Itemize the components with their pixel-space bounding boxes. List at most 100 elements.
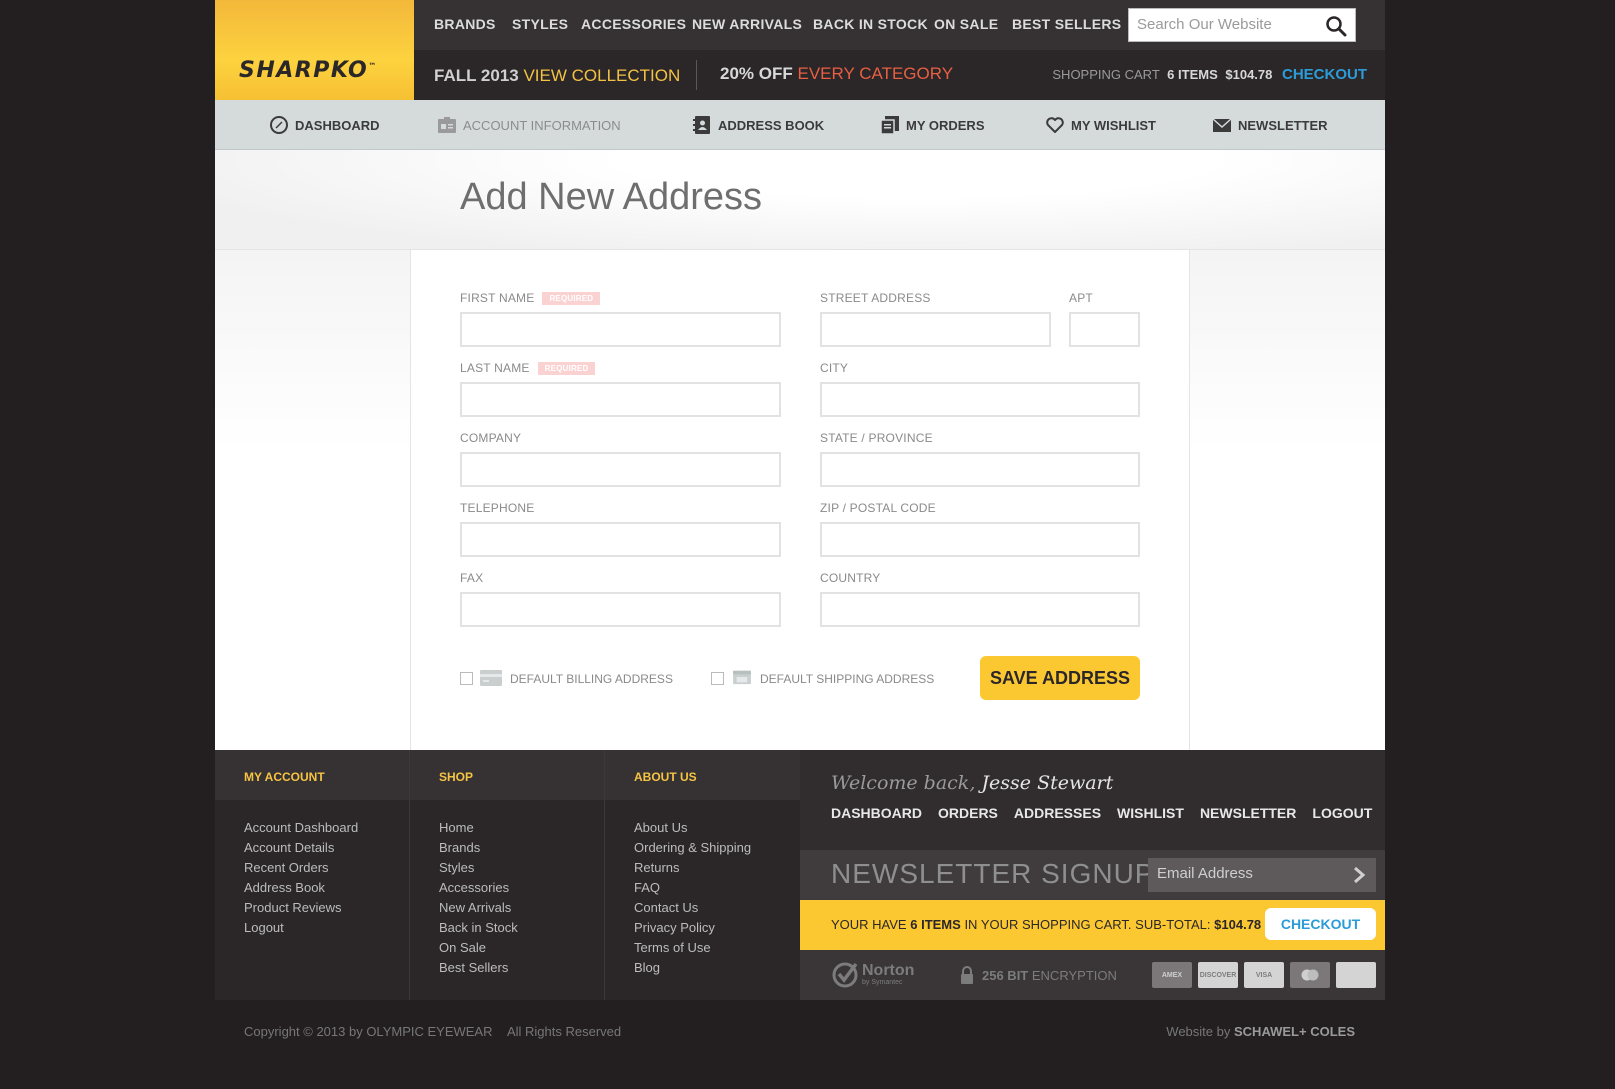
city-input[interactable] [822,384,1138,415]
footer-link[interactable]: Styles [439,858,605,878]
company-input[interactable] [462,454,779,485]
default-billing-checkbox[interactable] [460,672,473,685]
fax-input[interactable] [462,594,779,625]
nav-new-arrivals[interactable]: NEW ARRIVALS [692,16,802,32]
first-name-input[interactable] [462,314,779,345]
footer-link[interactable]: Logout [244,918,411,938]
user-links: DASHBOARD ORDERS ADDRESSES WISHLIST NEWS… [831,805,1372,821]
cart-total: $104.78 [1225,67,1273,82]
footer-link[interactable]: Back in Stock [439,918,605,938]
search-icon[interactable] [1325,15,1347,37]
footer-link[interactable]: About Us [634,818,800,838]
nav-accessories[interactable]: ACCESSORIES [581,16,686,32]
user-link-orders[interactable]: ORDERS [938,805,998,821]
apt-field[interactable] [1069,312,1140,347]
account-nav-my-wishlist[interactable]: MY WISHLIST [1045,115,1156,135]
footer-link[interactable]: On Sale [439,938,605,958]
footer-link[interactable]: Ordering & Shipping [634,838,800,858]
zip-field[interactable] [820,522,1140,557]
encryption-badge: 256 BIT ENCRYPTION [960,966,1117,984]
search-input[interactable] [1137,16,1317,33]
last-name-input[interactable] [462,384,779,415]
save-address-button[interactable]: SAVE ADDRESS [980,656,1140,700]
footer-link[interactable]: Blog [634,958,800,978]
state-input[interactable] [822,454,1138,485]
footer-link[interactable]: Contact Us [634,898,800,918]
user-link-newsletter[interactable]: NEWSLETTER [1200,805,1296,821]
footer-link[interactable]: Account Details [244,838,411,858]
checkout-link[interactable]: CHECKOUT [1282,66,1367,83]
footer-link[interactable]: Recent Orders [244,858,411,878]
account-nav-my-orders[interactable]: MY ORDERS [880,115,985,135]
discount-promo[interactable]: 20% OFF EVERY CATEGORY [720,64,953,84]
account-nav-account-information[interactable]: ACCOUNT INFORMATION [437,115,621,135]
page-title: Add New Address [460,176,763,218]
cart-items: 6 ITEMS [1167,67,1218,82]
bottom-bar: Copyright © 2013 by OLYMPIC EYEWEAR All … [215,1000,1385,1060]
street-address-input[interactable] [822,314,1049,345]
city-label: CITY [820,361,849,375]
top-nav: BRANDS STYLES ACCESSORIES NEW ARRIVALS B… [414,0,1385,50]
footer-link[interactable]: Account Dashboard [244,818,411,838]
footer-link[interactable]: Best Sellers [439,958,605,978]
account-nav-newsletter[interactable]: NEWSLETTER [1212,115,1328,135]
first-name-field[interactable] [460,312,781,347]
footer-heading: MY ACCOUNT [215,750,411,800]
footer-link[interactable]: Privacy Policy [634,918,800,938]
site-credit[interactable]: Website by SCHAWEL+ COLES [1166,1024,1355,1039]
default-billing-label[interactable]: DEFAULT BILLING ADDRESS [510,672,673,686]
footer-link[interactable]: Product Reviews [244,898,411,918]
nav-best-sellers[interactable]: BEST SELLERS [1012,16,1121,32]
chevron-right-icon[interactable] [1350,865,1368,885]
country-input[interactable] [822,594,1138,625]
user-link-addresses[interactable]: ADDRESSES [1014,805,1101,821]
nav-back-in-stock[interactable]: BACK IN STOCK [813,16,928,32]
street-address-field[interactable] [820,312,1051,347]
norton-badge: Norton by Symantec [831,960,914,988]
default-shipping-checkbox[interactable] [711,672,724,685]
nav-on-sale[interactable]: ON SALE [934,16,998,32]
promo-bar: FALL 2013 VIEW COLLECTION 20% OFF EVERY … [414,50,1385,100]
company-label: COMPANY [460,431,522,445]
company-field[interactable] [460,452,781,487]
apt-input[interactable] [1071,314,1138,345]
nav-styles[interactable]: STYLES [512,16,568,32]
credit-card-icon [480,670,502,686]
footer-link[interactable]: Home [439,818,605,838]
cart-label[interactable]: SHOPPING CART [1052,67,1159,82]
footer-about: ABOUT US About Us Ordering & Shipping Re… [605,750,800,1000]
email-field[interactable] [1157,865,1337,882]
cart-summary: SHOPPING CART 6 ITEMS $104.78 CHECKOUT [1052,66,1367,83]
user-link-wishlist[interactable]: WISHLIST [1117,805,1184,821]
zip-input[interactable] [822,524,1138,555]
account-nav-dashboard[interactable]: DASHBOARD [269,115,380,135]
checkout-button[interactable]: CHECKOUT [1265,908,1376,940]
footer-link[interactable]: New Arrivals [439,898,605,918]
nav-brands[interactable]: BRANDS [434,16,496,32]
divider [696,60,697,90]
fax-field[interactable] [460,592,781,627]
last-name-field[interactable] [460,382,781,417]
user-link-logout[interactable]: LOGOUT [1312,805,1372,821]
footer-link[interactable]: Accessories [439,878,605,898]
amex-icon: AMEX [1152,962,1192,988]
logo[interactable]: SHARPKO™ [239,58,378,83]
country-field[interactable] [820,592,1140,627]
footer-link[interactable]: Terms of Use [634,938,800,958]
lock-icon [961,966,973,984]
footer-link[interactable]: Returns [634,858,800,878]
account-nav-address-book[interactable]: ADDRESS BOOK [692,115,824,135]
telephone-field[interactable] [460,522,781,557]
footer-link[interactable]: FAQ [634,878,800,898]
logo-box[interactable]: SHARPKO™ [215,0,414,100]
heart-icon [1046,117,1064,133]
newsletter-title: NEWSLETTER SIGNUP [831,858,1155,889]
state-field[interactable] [820,452,1140,487]
user-link-dashboard[interactable]: DASHBOARD [831,805,922,821]
default-shipping-label[interactable]: DEFAULT SHIPPING ADDRESS [760,672,934,686]
footer-link[interactable]: Brands [439,838,605,858]
city-field[interactable] [820,382,1140,417]
season-promo[interactable]: FALL 2013 VIEW COLLECTION [434,66,680,86]
telephone-input[interactable] [462,524,779,555]
footer-link[interactable]: Address Book [244,878,411,898]
